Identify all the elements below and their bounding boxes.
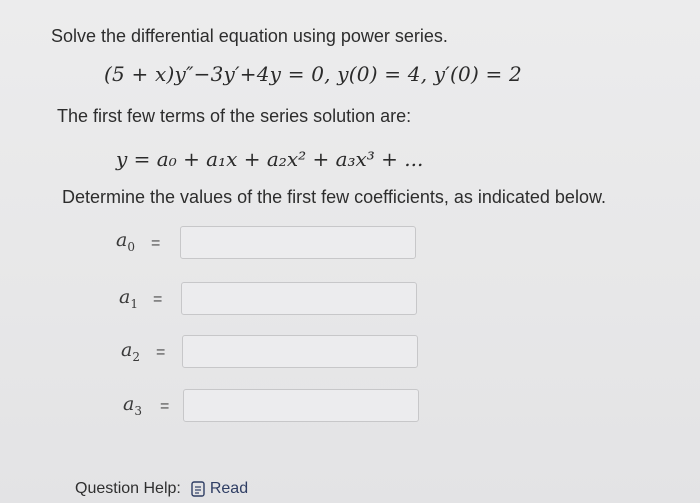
question-help-label: Question Help: [75,480,181,497]
equals-sign: = [151,235,161,252]
coefficient-label-a0: a0 [116,229,135,254]
read-button[interactable]: Read [191,480,248,498]
determine-instruction: Determine the values of the first few co… [62,187,606,207]
series-prompt: The first few terms of the series soluti… [57,106,412,126]
coefficient-row-a2: a2 = [0,335,700,373]
answer-input-a1[interactable] [181,282,417,315]
coefficient-row-a0: a0 = [0,226,700,264]
question-help: Question Help: Read [75,480,248,498]
equals-sign: = [153,291,163,308]
equals-sign: = [156,344,166,361]
coefficient-label-a3: a3 [123,393,142,418]
coefficient-row-a1: a1 = [0,282,700,320]
equals-sign: = [160,398,170,415]
coefficient-row-a3: a3 = [0,389,700,427]
question-prompt: Solve the differential equation using po… [51,26,448,46]
read-label: Read [209,480,249,497]
series-expression: y = a₀ + a₁x + a₂x² + a₃x³ + ... [116,147,424,171]
answer-input-a0[interactable] [180,226,416,259]
answer-input-a3[interactable] [183,389,419,422]
coefficient-label-a1: a1 [119,286,138,311]
document-icon [191,481,205,497]
answer-input-a2[interactable] [182,335,418,368]
question-page: Solve the differential equation using po… [0,0,700,503]
differential-equation: (5 + x)y″−3y′+4y = 0, y(0) = 4, y′(0) = … [104,62,522,86]
coefficient-label-a2: a2 [121,339,140,364]
